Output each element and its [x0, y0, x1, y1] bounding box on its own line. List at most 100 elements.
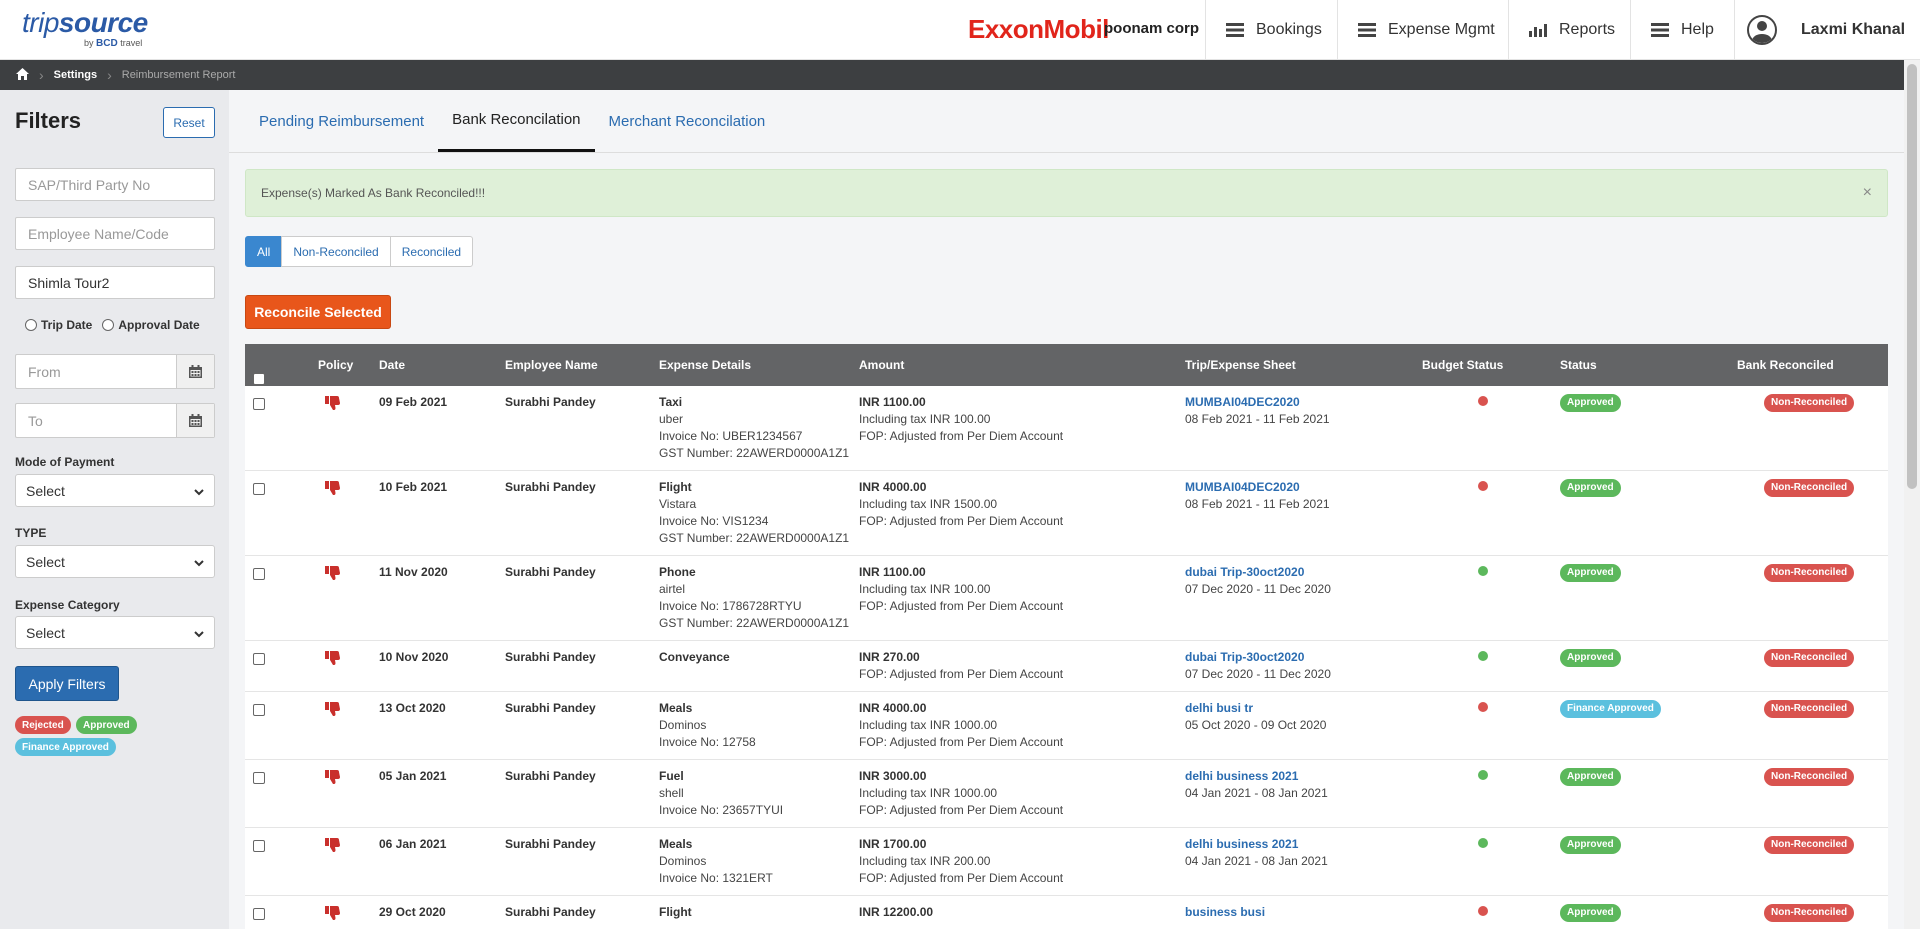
expense-detail-line: Meals — [659, 701, 693, 715]
page-scrollbar[interactable] — [1904, 60, 1920, 929]
amount-line: FOP: Adjusted from Per Diem Account — [859, 735, 1064, 749]
row-checkbox[interactable] — [253, 772, 265, 784]
user-avatar-icon — [1747, 15, 1777, 45]
scrollbar-thumb[interactable] — [1907, 64, 1917, 489]
row-checkbox[interactable] — [253, 483, 265, 495]
bank-reconciled-badge: Non-Reconciled — [1764, 479, 1855, 497]
filter-all-button[interactable]: All — [245, 236, 283, 267]
expense-detail-line: Flight — [659, 480, 692, 494]
expense-detail-line: Invoice No: UBER1234567 — [659, 429, 803, 443]
from-date-input[interactable]: From — [16, 355, 176, 388]
mode-of-payment-select[interactable]: Select — [15, 474, 215, 507]
expense-detail-line: Conveyance — [659, 650, 730, 664]
table-row[interactable]: 06 Jan 2021 Surabhi Pandey Meals Dominos Inv… — [245, 828, 1888, 896]
table-body: 09 Feb 2021 Surabhi Pandey Taxi uber Invoice… — [245, 386, 1888, 929]
amount-line: Including tax INR 1000.00 — [859, 786, 998, 800]
row-checkbox[interactable] — [253, 568, 265, 580]
trip-date-radio[interactable] — [25, 319, 37, 331]
calendar-icon[interactable] — [176, 404, 214, 437]
close-icon[interactable]: × — [1863, 184, 1872, 202]
nav-reports-label: Reports — [1559, 21, 1616, 38]
table-row[interactable]: 13 Oct 2020 Surabhi Pandey Meals Dominos Inv… — [245, 692, 1888, 760]
tripsource-logo[interactable]: tripsource by BCD travel — [22, 8, 148, 49]
home-icon[interactable] — [16, 67, 29, 83]
trip-expense-sheet: business busi — [1185, 904, 1265, 921]
trip-expense-sheet: delhi busi tr 05 Oct 2020 - 09 Oct 2020 — [1185, 700, 1326, 734]
expense-detail-line: Invoice No: 1321ERT — [659, 871, 773, 885]
type-select[interactable]: Select — [15, 545, 215, 578]
col-date: Date — [379, 358, 406, 372]
row-checkbox[interactable] — [253, 840, 265, 852]
table-row[interactable]: 29 Oct 2020 Surabhi Pandey Flight INR 12200… — [245, 896, 1888, 929]
policy-thumbs-down-icon — [325, 838, 341, 857]
user-menu[interactable]: Laxmi Khanal — [1734, 0, 1905, 60]
expense-detail-line: Invoice No: 1786728RTYU — [659, 599, 802, 613]
trip-link[interactable]: business busi — [1185, 904, 1265, 921]
nav-reports[interactable]: Reports — [1508, 0, 1635, 60]
expense-amount: INR 1100.00 Including tax INR 100.00 FOP: … — [859, 564, 1063, 615]
employee-name-input[interactable]: Employee Name/Code — [15, 217, 215, 250]
table-row[interactable]: 09 Feb 2021 Surabhi Pandey Taxi uber Invoice… — [245, 386, 1888, 471]
employee-name: Surabhi Pandey — [505, 565, 596, 579]
trip-name-input[interactable]: Shimla Tour2 — [15, 266, 215, 299]
nav-help[interactable]: Help — [1630, 0, 1734, 60]
apply-filters-button[interactable]: Apply Filters — [15, 666, 119, 701]
breadcrumb-settings[interactable]: Settings — [54, 69, 97, 81]
tab-pending-reimbursement[interactable]: Pending Reimbursement — [245, 90, 438, 152]
trip-expense-sheet: dubai Trip-30oct2020 07 Dec 2020 - 11 Dec… — [1185, 564, 1331, 598]
table-row[interactable]: 10 Feb 2021 Surabhi Pandey Flight Vistara In… — [245, 471, 1888, 556]
approval-date-label: Approval Date — [118, 318, 200, 332]
filter-non-reconciled-button[interactable]: Non-Reconciled — [281, 236, 391, 267]
approval-date-radio[interactable] — [102, 319, 115, 331]
row-checkbox[interactable] — [253, 653, 265, 665]
employee-name: Surabhi Pandey — [505, 395, 596, 409]
expense-detail-line: Invoice No: 23657TYUI — [659, 803, 784, 817]
tab-bank-reconcilation[interactable]: Bank Reconcilation — [438, 90, 595, 152]
table-row[interactable]: 10 Nov 2020 Surabhi Pandey Conveyance INR 2… — [245, 641, 1888, 692]
to-date-input[interactable]: To — [16, 404, 176, 437]
mode-of-payment-label: Mode of Payment — [15, 455, 115, 469]
trip-link[interactable]: delhi business 2021 — [1185, 836, 1328, 853]
bank-reconciled-badge: Non-Reconciled — [1764, 700, 1855, 718]
amount-line: Including tax INR 1000.00 — [859, 718, 998, 732]
policy-thumbs-down-icon — [325, 481, 341, 500]
trip-link[interactable]: delhi business 2021 — [1185, 768, 1328, 785]
select-all-checkbox[interactable] — [253, 373, 265, 385]
table-row[interactable]: 11 Nov 2020 Surabhi Pandey Phone airtel Invo… — [245, 556, 1888, 641]
employee-name: Surabhi Pandey — [505, 837, 596, 851]
expense-details: Flight Vistara Invoice No: VIS1234 GST Numb… — [659, 479, 849, 547]
expense-amount: INR 1700.00 Including tax INR 200.00 FOP: … — [859, 836, 1063, 887]
expense-date: 09 Feb 2021 — [379, 395, 448, 409]
from-date-field[interactable]: From — [15, 354, 215, 389]
filter-reconciled-button[interactable]: Reconciled — [389, 236, 474, 267]
status-badge: Approved — [1560, 836, 1621, 854]
nav-expense-mgmt[interactable]: Expense Mgmt — [1337, 0, 1515, 60]
trip-link[interactable]: MUMBAI04DEC2020 — [1185, 479, 1330, 496]
trip-dates: 07 Dec 2020 - 11 Dec 2020 — [1185, 667, 1331, 681]
trip-link[interactable]: delhi busi tr — [1185, 700, 1326, 717]
reset-button[interactable]: Reset — [163, 107, 215, 138]
row-checkbox[interactable] — [253, 398, 265, 410]
trip-link[interactable]: MUMBAI04DEC2020 — [1185, 394, 1330, 411]
table-row[interactable]: 05 Jan 2021 Surabhi Pandey Fuel shell Invoic… — [245, 760, 1888, 828]
trip-link[interactable]: dubai Trip-30oct2020 — [1185, 564, 1331, 581]
row-checkbox[interactable] — [253, 908, 265, 920]
bank-reconciled-badge: Non-Reconciled — [1764, 564, 1855, 582]
legend-approved-badge: Approved — [76, 716, 137, 734]
sap-number-input[interactable]: SAP/Third Party No — [15, 168, 215, 201]
bank-reconciled-badge: Non-Reconciled — [1764, 394, 1855, 412]
employee-name: Surabhi Pandey — [505, 701, 596, 715]
trip-link[interactable]: dubai Trip-30oct2020 — [1185, 649, 1331, 666]
tab-merchant-reconcilation[interactable]: Merchant Reconcilation — [595, 90, 780, 152]
reconcile-selected-button[interactable]: Reconcile Selected — [245, 295, 391, 329]
expense-category-select[interactable]: Select — [15, 616, 215, 649]
expense-detail-line: Dominos — [659, 718, 707, 732]
expense-details: Conveyance — [659, 649, 730, 666]
amount-line: INR 1700.00 — [859, 837, 927, 851]
nav-bookings[interactable]: Bookings — [1205, 0, 1342, 60]
expense-details: Fuel shell Invoice No: 23657TYUI — [659, 768, 783, 819]
row-checkbox[interactable] — [253, 704, 265, 716]
date-type-radio-group: Trip Date Approval Date — [25, 318, 200, 332]
calendar-icon[interactable] — [176, 355, 214, 388]
to-date-field[interactable]: To — [15, 403, 215, 438]
